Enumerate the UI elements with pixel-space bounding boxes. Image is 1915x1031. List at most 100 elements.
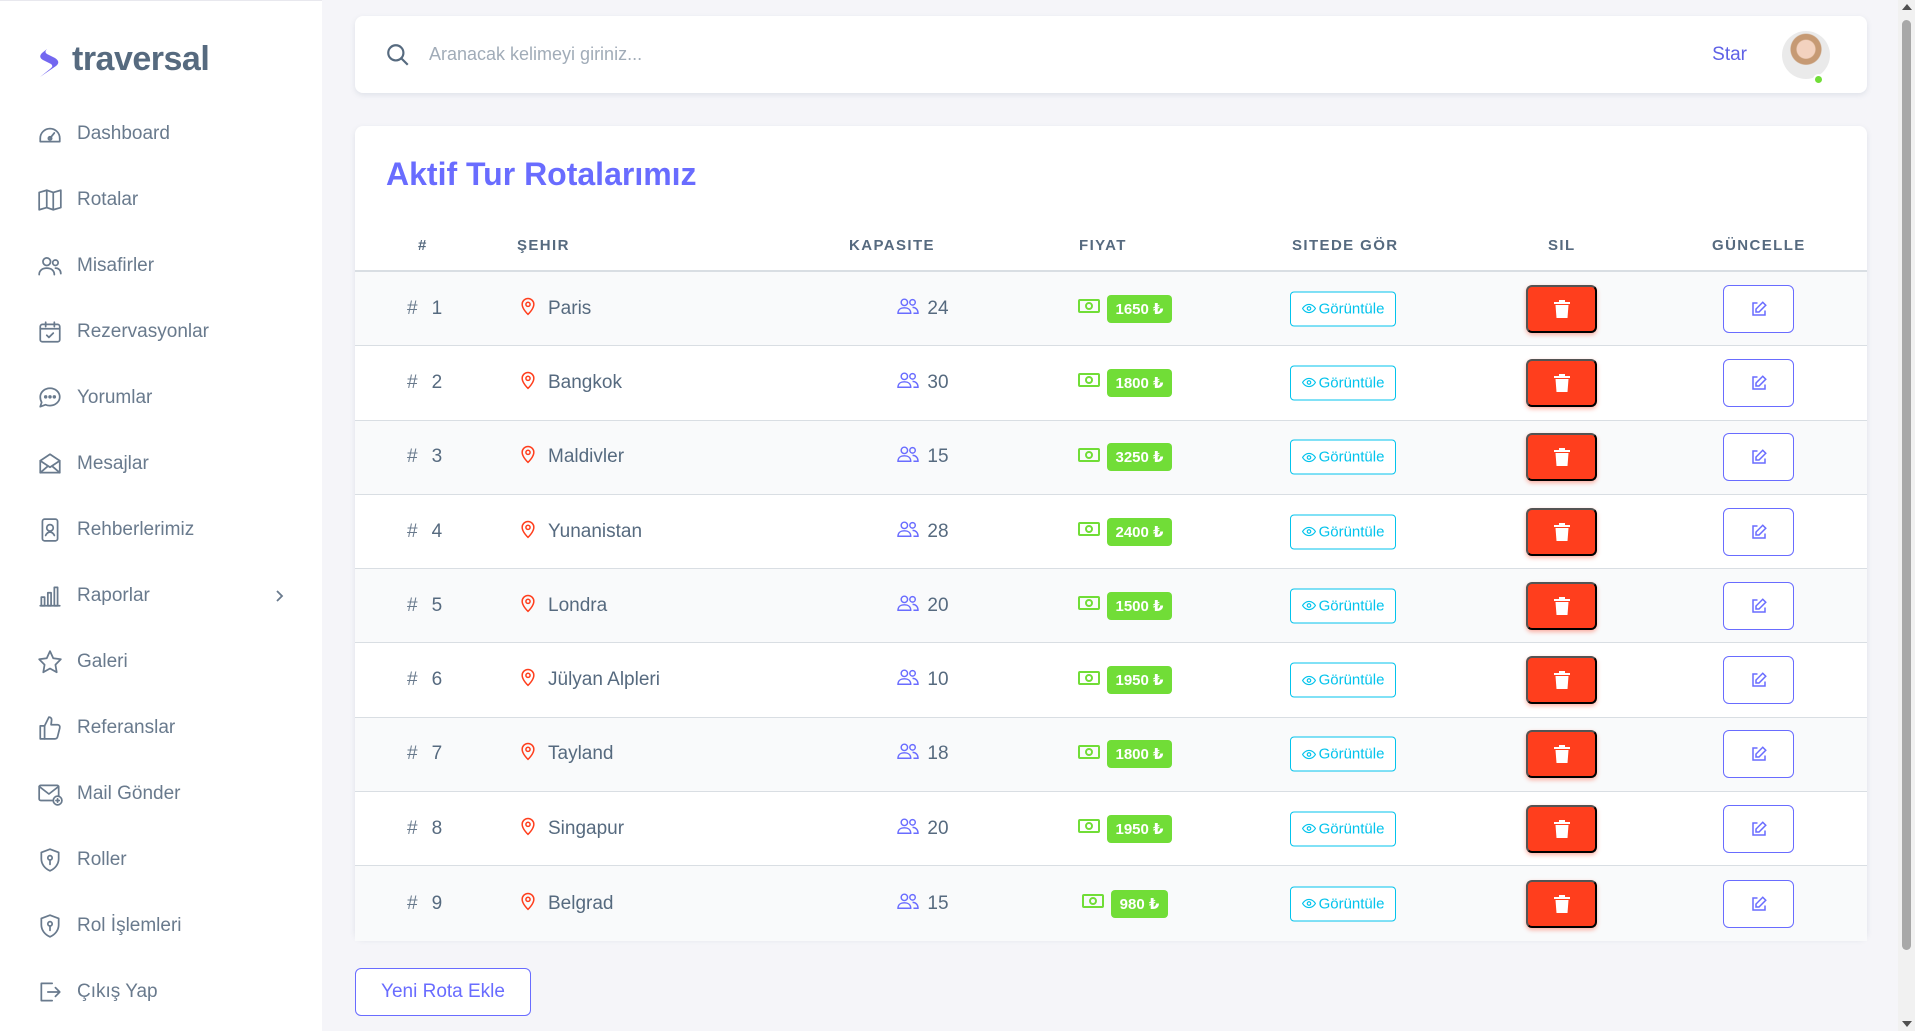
sidebar-item-label: Mail Gönder <box>77 783 181 804</box>
users-icon <box>897 593 927 619</box>
map-pin-icon <box>518 816 548 842</box>
scrollbar-thumb[interactable] <box>1902 20 1911 950</box>
edit-button[interactable] <box>1723 433 1794 482</box>
edit-button[interactable] <box>1723 656 1794 705</box>
view-on-site-button[interactable]: Görüntüle <box>1289 365 1397 401</box>
table-body: # 1 Paris 24 1650 ₺ Görüntüle # 2 Bangko… <box>355 272 1867 941</box>
sidebar-item-raporlar[interactable]: Raporlar <box>0 563 322 629</box>
edit-button[interactable] <box>1723 730 1794 779</box>
edit-button[interactable] <box>1723 879 1794 928</box>
search-icon[interactable] <box>385 42 411 68</box>
edit-button[interactable] <box>1723 804 1794 853</box>
delete-cell <box>1526 358 1597 407</box>
trash-icon <box>1553 596 1570 615</box>
view-on-site-button[interactable]: Görüntüle <box>1289 886 1397 922</box>
view-cell: Görüntüle <box>1283 291 1403 327</box>
table-row: # 8 Singapur 20 1950 ₺ Görüntüle <box>355 792 1867 867</box>
sidebar-item-galeri[interactable]: Galeri <box>0 629 322 695</box>
sidebar-item-rotalar[interactable]: Rotalar <box>0 167 322 233</box>
edit-button[interactable] <box>1723 507 1794 556</box>
delete-button[interactable] <box>1526 507 1597 556</box>
edit-cell <box>1723 804 1794 853</box>
users-icon <box>897 741 927 767</box>
sidebar-item-rol-islemleri[interactable]: Rol İşlemleri <box>0 893 322 959</box>
sidebar-item-mail-gonder[interactable]: Mail Gönder <box>0 761 322 827</box>
delete-button[interactable] <box>1526 879 1597 928</box>
sidebar-item-referanslar[interactable]: Referanslar <box>0 695 322 761</box>
search-input[interactable] <box>429 44 1429 65</box>
delete-button[interactable] <box>1526 804 1597 853</box>
row-number: 8 <box>431 817 443 839</box>
delete-button[interactable] <box>1526 284 1597 333</box>
avatar[interactable] <box>1782 31 1830 85</box>
delete-button[interactable] <box>1526 433 1597 482</box>
capacity-cell: 20 <box>863 816 983 842</box>
scroll-up-arrow-icon[interactable] <box>1902 4 1912 10</box>
hash-symbol: # <box>407 892 418 914</box>
map-pin-icon <box>518 667 548 693</box>
mail-send-icon <box>36 780 64 808</box>
row-number-cell: # 7 <box>407 743 442 765</box>
sidebar-item-label: Rehberlerimiz <box>77 519 195 540</box>
sidebar-item-yorumlar[interactable]: Yorumlar <box>0 365 322 431</box>
delete-button[interactable] <box>1526 656 1597 705</box>
hash-symbol: # <box>407 297 418 319</box>
edit-icon <box>1751 300 1767 316</box>
brand[interactable]: traversal <box>0 31 322 87</box>
sidebar-item-dashboard[interactable]: Dashboard <box>0 101 322 167</box>
scroll-down-arrow-icon[interactable] <box>1902 1021 1912 1027</box>
row-number: 2 <box>431 371 443 393</box>
price-cell: 1500 ₺ <box>1055 591 1195 620</box>
capacity-cell: 15 <box>863 444 983 470</box>
price-badge: 1650 ₺ <box>1106 294 1173 323</box>
delete-button[interactable] <box>1526 358 1597 407</box>
eye-icon <box>1301 303 1316 314</box>
table-header: # ŞEHIR KAPASITE FIYAT SITEDE GÖR SIL GÜ… <box>355 221 1867 272</box>
price-cell: 2400 ₺ <box>1055 517 1195 546</box>
trash-icon <box>1553 894 1570 913</box>
column-header-city: ŞEHIR <box>517 237 570 254</box>
dashboard-icon <box>36 120 64 148</box>
city-cell: Jülyan Alpleri <box>518 667 660 693</box>
eye-icon <box>1301 526 1316 537</box>
capacity-value: 20 <box>927 817 949 839</box>
scrollbar[interactable] <box>1898 0 1915 1031</box>
table-row: # 3 Maldivler 15 3250 ₺ Görüntüle <box>355 420 1867 495</box>
view-on-site-button[interactable]: Görüntüle <box>1289 811 1397 847</box>
sidebar-item-cikis-yap[interactable]: Çıkış Yap <box>0 959 322 1025</box>
view-button-label: Görüntüle <box>1318 300 1385 318</box>
view-on-site-button[interactable]: Görüntüle <box>1289 588 1397 624</box>
edit-button[interactable] <box>1723 284 1794 333</box>
city-cell: Yunanistan <box>518 519 642 545</box>
sidebar-item-label: Roller <box>77 849 127 870</box>
sidebar-item-rehberlerimiz[interactable]: Rehberlerimiz <box>0 497 322 563</box>
city-name: Maldivler <box>548 446 625 468</box>
view-on-site-button[interactable]: Görüntüle <box>1289 291 1397 327</box>
sidebar-item-mesajlar[interactable]: Mesajlar <box>0 431 322 497</box>
sidebar-item-misafirler[interactable]: Misafirler <box>0 233 322 299</box>
row-number-cell: # 4 <box>407 521 442 543</box>
row-number: 1 <box>431 297 443 319</box>
trash-icon <box>1553 671 1570 690</box>
edit-button[interactable] <box>1723 581 1794 630</box>
view-on-site-button[interactable]: Görüntüle <box>1289 439 1397 475</box>
star-link[interactable]: Star <box>1712 44 1747 66</box>
sidebar-item-roller[interactable]: Roller <box>0 827 322 893</box>
city-cell: Belgrad <box>518 891 614 917</box>
add-route-button[interactable]: Yeni Rota Ekle <box>355 968 531 1016</box>
edit-button[interactable] <box>1723 358 1794 407</box>
row-number: 4 <box>431 520 443 542</box>
sidebar-item-rezervasyonlar[interactable]: Rezervasyonlar <box>0 299 322 365</box>
row-number-cell: # 9 <box>407 893 442 915</box>
capacity-cell: 30 <box>863 370 983 396</box>
view-button-label: Görüntüle <box>1318 745 1385 763</box>
edit-cell <box>1723 656 1794 705</box>
comment-icon <box>36 384 64 412</box>
view-on-site-button[interactable]: Görüntüle <box>1289 514 1397 550</box>
view-on-site-button[interactable]: Görüntüle <box>1289 662 1397 698</box>
row-number-cell: # 2 <box>407 372 442 394</box>
row-number-cell: # 5 <box>407 595 442 617</box>
view-on-site-button[interactable]: Görüntüle <box>1289 736 1397 772</box>
delete-button[interactable] <box>1526 730 1597 779</box>
delete-button[interactable] <box>1526 581 1597 630</box>
